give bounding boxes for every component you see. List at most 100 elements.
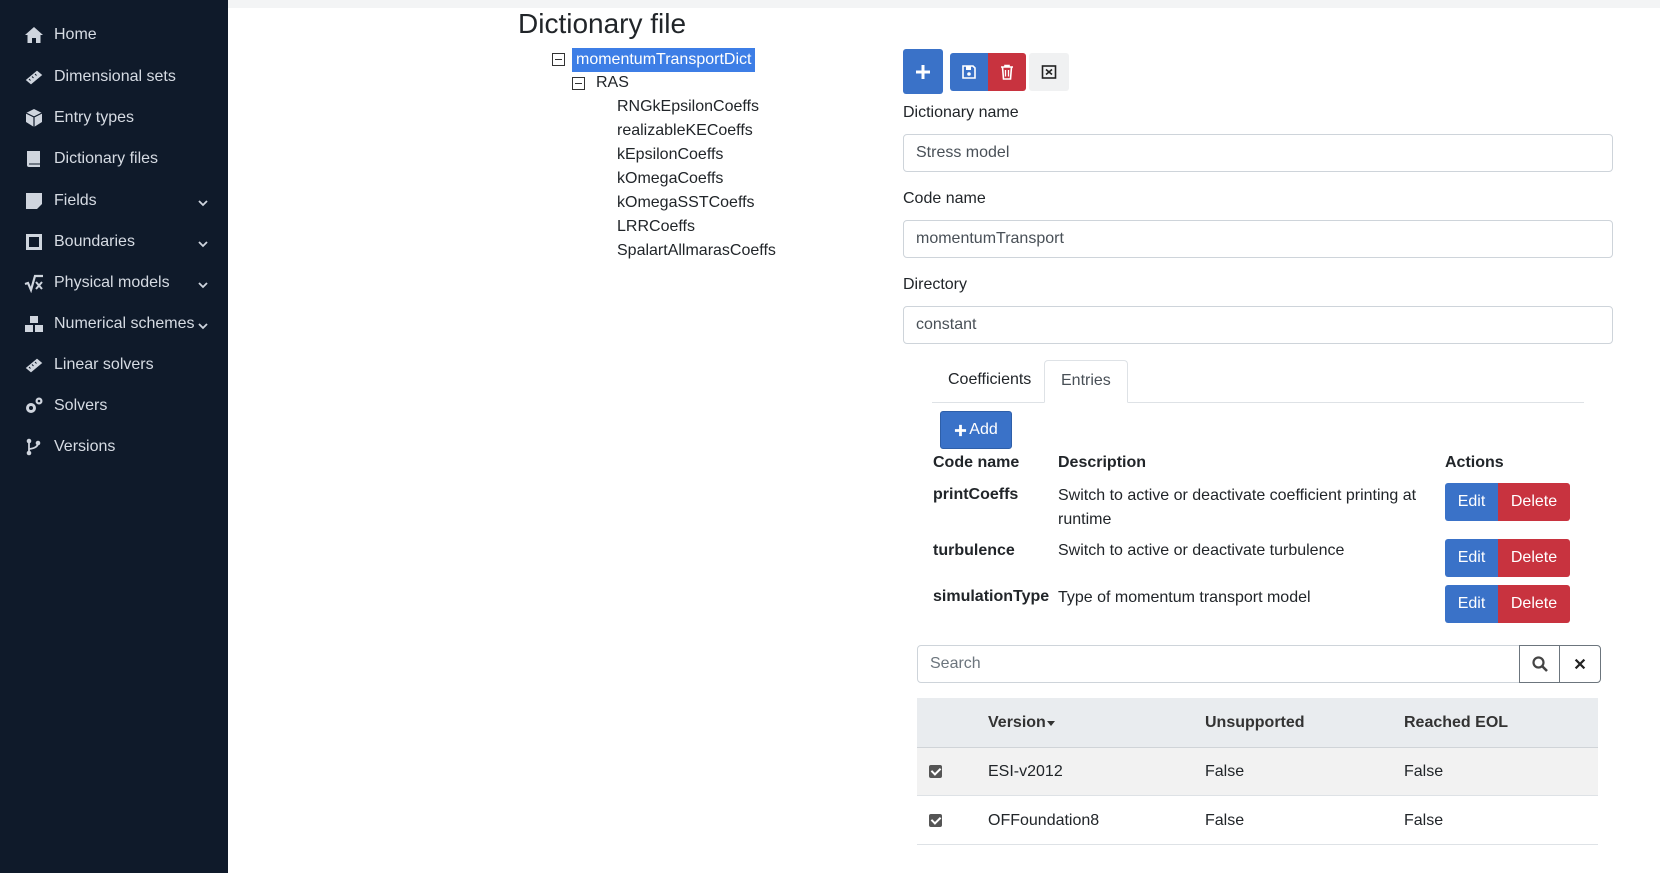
search-button[interactable] [1519, 645, 1561, 683]
entry-description: Switch to active or deactivate turbulenc… [1058, 542, 1345, 559]
delete-button[interactable]: Delete [1498, 483, 1570, 521]
book-icon [24, 149, 48, 169]
add-entry-button[interactable]: Add [940, 411, 1012, 449]
sidebar-item-label: Linear solvers [54, 356, 154, 373]
sort-down-icon [1046, 721, 1055, 726]
sidebar-item-label: Dictionary files [54, 150, 159, 167]
column-header-version[interactable]: Version [988, 698, 1056, 748]
table-row: ESI-v2012 False False [917, 748, 1598, 796]
delete-button[interactable]: Delete [1498, 539, 1570, 577]
table-row: OFFoundation8 False False [917, 797, 1598, 845]
tree-leaf[interactable]: kEpsilonCoeffs [617, 144, 723, 166]
home-icon [24, 25, 48, 45]
tree-node-root[interactable]: momentumTransportDict [572, 48, 756, 72]
column-header-code-name: Code name [933, 454, 1020, 471]
sidebar-item-label: Boundaries [54, 233, 135, 250]
chevron-down-icon [198, 195, 208, 207]
cubes-icon [24, 314, 48, 334]
code-branch-icon [24, 437, 48, 457]
tree-leaf[interactable]: RNGkEpsilonCoeffs [617, 96, 759, 118]
tab-entries[interactable]: Entries [1044, 360, 1128, 403]
top-bar [228, 0, 1660, 8]
sidebar-item-dimensional-sets[interactable]: Dimensional sets [24, 62, 214, 92]
chevron-down-icon [198, 277, 208, 289]
sidebar-item-numerical-schemes[interactable]: Numerical schemes [24, 309, 214, 339]
directory-input[interactable]: constant [903, 306, 1613, 344]
version-name: OFFoundation8 [988, 812, 1100, 829]
sidebar-item-versions[interactable]: Versions [24, 432, 214, 462]
sidebar-item-label: Versions [54, 438, 116, 455]
tabs-bar: Coefficients Entries [932, 360, 1584, 403]
sidebar-item-label: Solvers [54, 397, 108, 414]
delete-button[interactable]: Delete [1498, 585, 1570, 623]
search-input[interactable]: Search [918, 646, 1518, 682]
column-header-description: Description [1058, 454, 1147, 471]
sidebar-item-physical-models[interactable]: Physical models [24, 268, 214, 298]
note-icon [24, 191, 48, 211]
sidebar-item-label: Fields [54, 192, 97, 209]
ruler-icon [24, 355, 48, 375]
sidebar-item-label: Dimensional sets [54, 68, 176, 85]
entry-description: Type of momentum transport model [1058, 589, 1311, 606]
sidebar-item-linear-solvers[interactable]: Linear solvers [24, 350, 214, 380]
sidebar-item-boundaries[interactable]: Boundaries [24, 227, 214, 257]
sidebar-item-label: Physical models [54, 274, 170, 291]
tree-node-ras[interactable]: RAS [596, 72, 629, 94]
dictionary-name-label: Dictionary name [903, 104, 1019, 121]
square-root-icon [24, 273, 48, 293]
close-button[interactable] [1029, 53, 1069, 91]
sidebar-item-dictionary-files[interactable]: Dictionary files [24, 144, 214, 174]
code-name-input[interactable]: momentumTransport [903, 220, 1613, 258]
version-checkbox[interactable] [929, 814, 942, 827]
reached-eol-value: False [1404, 812, 1444, 829]
sidebar-item-label: Entry types [54, 109, 135, 126]
save-icon [962, 65, 976, 79]
tree-leaf[interactable]: LRRCoeffs [617, 216, 695, 238]
version-checkbox[interactable] [929, 765, 942, 778]
border-icon [24, 232, 48, 252]
sidebar-item-home[interactable]: Home [24, 20, 214, 50]
cogs-icon [24, 396, 48, 416]
delete-dictionary-button[interactable] [988, 53, 1026, 91]
page-title: Dictionary file [518, 8, 687, 39]
add-dictionary-button[interactable] [903, 49, 943, 94]
tree-leaf[interactable]: kOmegaCoeffs [617, 168, 723, 190]
column-header-reached-eol[interactable]: Reached EOL [1404, 698, 1508, 748]
sidebar-item-label: Numerical schemes [54, 315, 195, 332]
edit-button[interactable]: Edit [1445, 483, 1498, 521]
plus-icon [955, 424, 967, 436]
clear-search-button[interactable] [1559, 645, 1601, 683]
column-header-version-label: Version [988, 714, 1046, 731]
add-entry-label: Add [969, 421, 998, 438]
close-icon [1574, 658, 1586, 670]
chevron-down-icon [198, 236, 208, 248]
versions-table-header: Version Unsupported Reached EOL [917, 698, 1598, 748]
tab-coefficients[interactable]: Coefficients [932, 360, 1047, 403]
save-button[interactable] [950, 53, 988, 91]
chevron-down-icon [198, 318, 208, 330]
tree-leaf[interactable]: kOmegaSSTCoeffs [617, 192, 755, 214]
search-group: Search [917, 645, 1601, 683]
sidebar-item-entry-types[interactable]: Entry types [24, 103, 214, 133]
dictionary-name-input[interactable]: Stress model [903, 134, 1613, 172]
collapse-toggle-icon[interactable] [572, 77, 585, 90]
reached-eol-value: False [1404, 763, 1444, 780]
entry-description: Switch to active or deactivate coefficie… [1058, 487, 1417, 528]
search-icon [1532, 656, 1548, 672]
unsupported-value: False [1205, 763, 1245, 780]
tree-leaf[interactable]: realizableKECoeffs [617, 120, 753, 142]
column-header-unsupported[interactable]: Unsupported [1205, 698, 1305, 748]
code-name-label: Code name [903, 190, 986, 207]
sidebar: Home Dimensional sets Entry types Dictio… [0, 0, 228, 873]
sidebar-item-solvers[interactable]: Solvers [24, 391, 214, 421]
collapse-toggle-icon[interactable] [552, 53, 565, 66]
sidebar-item-fields[interactable]: Fields [24, 186, 214, 216]
ruler-icon [24, 67, 48, 87]
sidebar-item-label: Home [54, 26, 97, 43]
close-icon [1041, 65, 1057, 79]
edit-button[interactable]: Edit [1445, 539, 1498, 577]
edit-button[interactable]: Edit [1445, 585, 1498, 623]
unsupported-value: False [1205, 812, 1245, 829]
column-header-actions: Actions [1445, 454, 1504, 471]
tree-leaf[interactable]: SpalartAllmarasCoeffs [617, 240, 776, 262]
